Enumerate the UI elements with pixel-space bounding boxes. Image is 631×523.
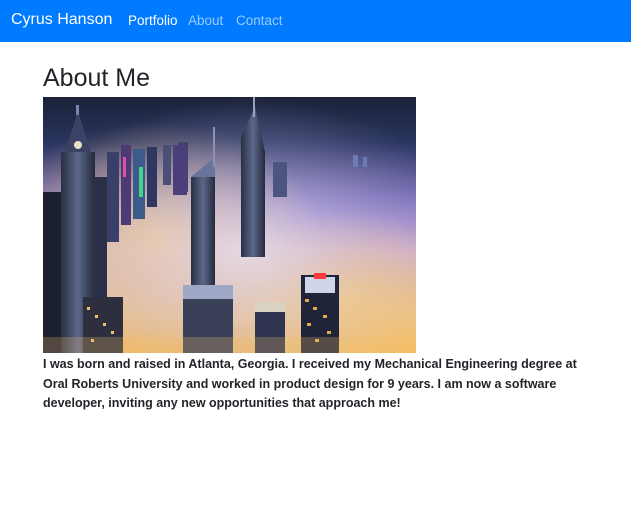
- brand-link[interactable]: Cyrus Hanson: [11, 10, 112, 30]
- nav-link-portfolio[interactable]: Portfolio: [128, 12, 178, 29]
- bio-paragraph: I was born and raised in Atlanta, Georgi…: [43, 357, 577, 410]
- navbar: Cyrus Hanson Portfolio About Contact: [0, 0, 631, 42]
- page-title: About Me: [43, 64, 151, 92]
- nav-link-contact[interactable]: Contact: [236, 12, 283, 29]
- nav-link-about[interactable]: About: [188, 12, 223, 29]
- city-skyline-photo: [43, 97, 416, 353]
